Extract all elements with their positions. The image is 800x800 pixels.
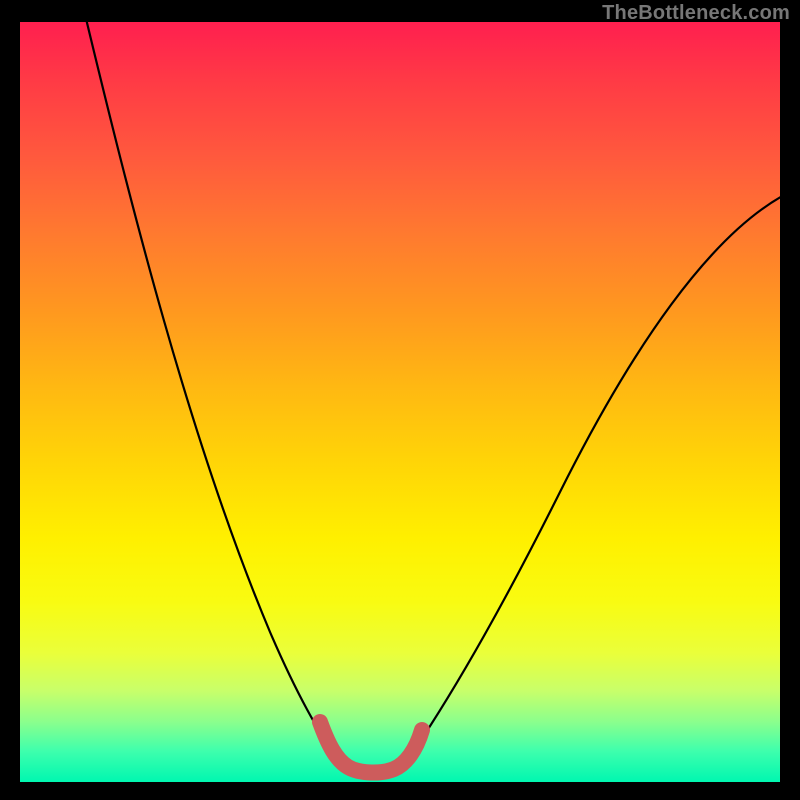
curve-right [413, 192, 780, 752]
plot-area [20, 22, 780, 782]
curve-left [82, 22, 333, 752]
watermark-text: TheBottleneck.com [602, 2, 790, 25]
bottleneck-curve [20, 22, 780, 782]
bottleneck-chart-frame: TheBottleneck.com [0, 0, 800, 800]
bottleneck-highlight [320, 722, 422, 773]
